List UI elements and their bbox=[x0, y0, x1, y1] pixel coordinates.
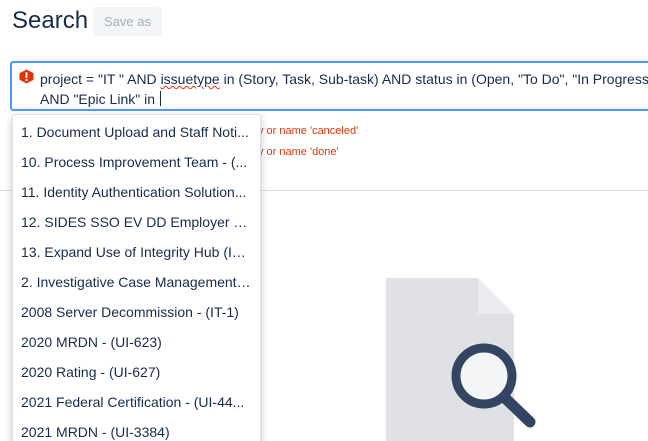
suggestion-item[interactable]: 2020 MRDN - (UI-623) bbox=[13, 327, 260, 357]
suggestion-item[interactable]: 11. Identity Authentication Solution... bbox=[13, 177, 260, 207]
search-page: Search Save as project = "IT " AND issue… bbox=[0, 0, 648, 441]
jql-query-input[interactable]: project = "IT " AND issuetype in (Story,… bbox=[10, 61, 648, 111]
suggestion-item[interactable]: 13. Expand Use of Integrity Hub (ID... bbox=[13, 237, 260, 267]
suggestion-item[interactable]: 2021 MRDN - (UI-3384) bbox=[13, 417, 260, 441]
suggestion-item[interactable]: 2. Investigative Case Management ... bbox=[13, 267, 260, 297]
suggestion-item[interactable]: 2020 Rating - (UI-627) bbox=[13, 357, 260, 387]
no-results-document-search-icon bbox=[386, 278, 536, 441]
error-icon bbox=[19, 69, 34, 84]
suggestion-item[interactable]: 1. Document Upload and Staff Noti... bbox=[13, 117, 260, 147]
suggestion-item[interactable]: 2021 Federal Certification - (UI-44... bbox=[13, 387, 260, 417]
page-title: Search bbox=[12, 7, 89, 34]
query-segment: AND "Epic Link" in bbox=[40, 91, 159, 107]
query-segment: in (Story, Task, Sub-task) AND status in… bbox=[219, 71, 648, 87]
suggestion-item[interactable]: 2008 Server Decommission - (IT-1) bbox=[13, 297, 260, 327]
suggestion-item[interactable]: 10. Process Improvement Team - (... bbox=[13, 147, 260, 177]
jql-query-text[interactable]: project = "IT " AND issuetype in (Story,… bbox=[40, 69, 648, 109]
save-as-button[interactable]: Save as bbox=[93, 7, 162, 36]
query-segment: project = "IT " AND bbox=[40, 71, 161, 87]
suggestion-item[interactable]: 12. SIDES SSO EV DD Employer Ou... bbox=[13, 207, 260, 237]
query-segment-flagged: issuetype bbox=[160, 71, 220, 87]
error-message: y or name 'done' bbox=[258, 146, 339, 158]
error-message: y or name 'canceled' bbox=[258, 125, 359, 137]
text-cursor bbox=[159, 91, 161, 106]
epic-link-suggestions: 1. Document Upload and Staff Noti... 10.… bbox=[12, 114, 261, 441]
